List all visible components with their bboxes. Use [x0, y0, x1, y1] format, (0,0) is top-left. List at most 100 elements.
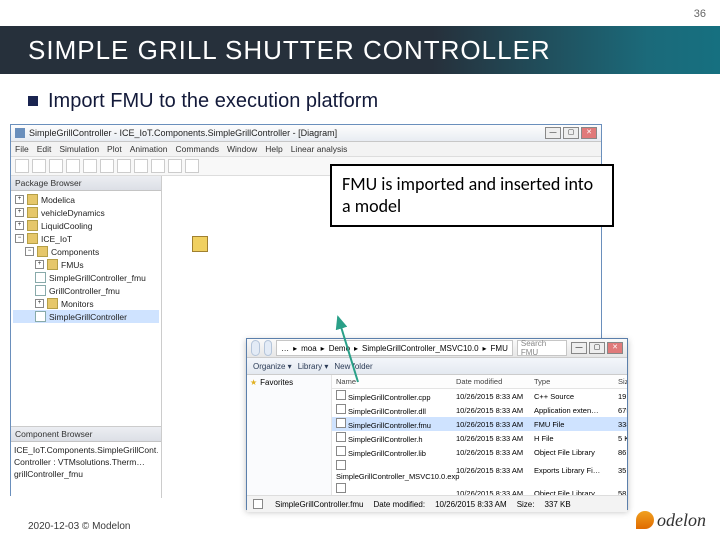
file-name: SimpleGrillController.lib	[348, 449, 426, 458]
star-icon: ★	[250, 378, 257, 387]
slide-title: SIMPLE GRILL SHUTTER CONTROLLER	[28, 35, 551, 66]
toolbar-icon[interactable]	[185, 159, 199, 173]
toolbar-icon[interactable]	[100, 159, 114, 173]
explorer-sidebar[interactable]: ★Favorites	[247, 375, 332, 495]
page-number: 36	[694, 8, 706, 20]
file-date: 10/26/2015 8:33 AM	[456, 489, 534, 495]
toolbar-icon[interactable]	[49, 159, 63, 173]
tree-item[interactable]: +FMUs	[13, 258, 159, 271]
status-modified-label: Date modified:	[373, 500, 425, 509]
file-row[interactable]: SimpleGrillController.h10/26/2015 8:33 A…	[332, 431, 627, 445]
twisty-icon[interactable]: −	[25, 247, 34, 256]
toolbar-icon[interactable]	[83, 159, 97, 173]
bullet-icon	[28, 96, 38, 106]
slide-header: SIMPLE GRILL SHUTTER CONTROLLER	[0, 26, 720, 74]
tree-item[interactable]: GrillController_fmu	[13, 284, 159, 297]
tree-item[interactable]: +Modelica	[13, 193, 159, 206]
left-pane: Package Browser +Modelica +vehicleDynami…	[11, 176, 162, 498]
component-row[interactable]: Controller : VTMsolutions.Therm…	[14, 456, 158, 468]
toolbar-icon[interactable]	[15, 159, 29, 173]
tree-label: GrillController_fmu	[49, 286, 120, 296]
file-type: FMU File	[534, 420, 618, 429]
file-type: Exports Library Fi…	[534, 466, 618, 475]
crumb[interactable]: FMU	[491, 344, 508, 353]
model-icon	[35, 311, 46, 322]
tree-label: LiquidCooling	[41, 221, 93, 231]
col-date[interactable]: Date modified	[456, 377, 534, 386]
minimize-button[interactable]: —	[545, 127, 561, 139]
package-icon	[47, 298, 58, 309]
file-row[interactable]: SimpleGrillController.dll10/26/2015 8:33…	[332, 403, 627, 417]
file-row-selected[interactable]: SimpleGrillController.fmu10/26/2015 8:33…	[332, 417, 627, 431]
tree-item[interactable]: + LiquidCooling	[13, 219, 159, 232]
file-icon	[253, 499, 263, 509]
nav-back-button[interactable]	[251, 340, 260, 356]
toolbar-icon[interactable]	[32, 159, 46, 173]
tree-label: Components	[51, 247, 99, 257]
file-row[interactable]: SimpleGrillController.lib10/26/2015 8:33…	[332, 445, 627, 459]
maximize-button[interactable]: ▢	[589, 342, 605, 354]
twisty-icon[interactable]: +	[15, 221, 24, 230]
twisty-icon[interactable]: +	[15, 195, 24, 204]
menu-edit[interactable]: Edit	[37, 144, 52, 154]
tree-label: SimpleGrillController_fmu	[49, 273, 146, 283]
twisty-icon[interactable]: +	[35, 299, 44, 308]
file-date: 10/26/2015 8:33 AM	[456, 466, 534, 475]
menu-commands[interactable]: Commands	[176, 144, 219, 154]
close-button[interactable]: ✕	[581, 127, 597, 139]
menu-file[interactable]: File	[15, 144, 29, 154]
file-name: SimpleGrillController.cpp	[348, 393, 431, 402]
file-type: Application exten…	[534, 406, 618, 415]
status-size-label: Size:	[517, 500, 535, 509]
file-size: 5 KB	[618, 434, 627, 443]
menu-simulation[interactable]: Simulation	[59, 144, 99, 154]
toolbar-icon[interactable]	[117, 159, 131, 173]
menu-window[interactable]: Window	[227, 144, 257, 154]
toolbar-icon[interactable]	[66, 159, 80, 173]
file-row[interactable]: SimpleGrillController_MSVC10.0.lib10/26/…	[332, 482, 627, 495]
menu-plot[interactable]: Plot	[107, 144, 122, 154]
component-row[interactable]: grillController_fmu	[14, 468, 158, 480]
component-browser[interactable]: ICE_IoT.Components.SimpleGrillCont… Cont…	[11, 442, 161, 498]
bullet-line: Import FMU to the execution platform	[28, 90, 378, 113]
file-name: SimpleGrillController_MSVC10.0.exp	[336, 472, 459, 481]
close-button[interactable]: ✕	[607, 342, 623, 354]
tree-item[interactable]: − Components	[13, 245, 159, 258]
search-input[interactable]: Search FMU	[517, 340, 567, 356]
tree-item[interactable]: +vehicleDynamics	[13, 206, 159, 219]
package-icon	[27, 194, 38, 205]
tree-item[interactable]: +Monitors	[13, 297, 159, 310]
file-size: 338 KB	[618, 420, 627, 429]
package-tree[interactable]: +Modelica +vehicleDynamics + LiquidCoolin…	[11, 191, 161, 427]
menu-animation[interactable]: Animation	[130, 144, 168, 154]
minimize-button[interactable]: —	[571, 342, 587, 354]
file-size: 58 KB	[618, 489, 627, 495]
col-size[interactable]: Size	[618, 377, 627, 386]
component-path[interactable]: ICE_IoT.Components.SimpleGrillCont…	[14, 444, 158, 456]
twisty-icon[interactable]: +	[15, 208, 24, 217]
tree-label: ICE_IoT	[41, 234, 72, 244]
canvas-block[interactable]	[192, 236, 208, 252]
file-row[interactable]: SimpleGrillController_MSVC10.0.exp10/26/…	[332, 459, 627, 482]
file-icon	[336, 483, 346, 493]
explorer-filelist[interactable]: Name Date modified Type Size SimpleGrill…	[332, 375, 627, 495]
toolbar-icon[interactable]	[151, 159, 165, 173]
maximize-button[interactable]: ▢	[563, 127, 579, 139]
toolbar-icon[interactable]	[134, 159, 148, 173]
toolbar-icon[interactable]	[168, 159, 182, 173]
tree-item[interactable]: − ICE_IoT	[13, 232, 159, 245]
file-type: Object File Library	[534, 448, 618, 457]
file-name: SimpleGrillController.dll	[348, 407, 426, 416]
file-type: H File	[534, 434, 618, 443]
tree-item[interactable]: SimpleGrillController_fmu	[13, 271, 159, 284]
status-modified-value: 10/26/2015 8:33 AM	[435, 500, 507, 509]
tree-item-selected[interactable]: SimpleGrillController	[13, 310, 159, 323]
twisty-icon[interactable]: +	[35, 260, 44, 269]
menu-linear-analysis[interactable]: Linear analysis	[291, 144, 348, 154]
menu-help[interactable]: Help	[265, 144, 282, 154]
file-size: 19 KB	[618, 392, 627, 401]
col-type[interactable]: Type	[534, 377, 618, 386]
twisty-icon[interactable]: −	[15, 234, 24, 243]
package-icon	[27, 207, 38, 218]
component-browser-header: Component Browser	[11, 427, 161, 442]
